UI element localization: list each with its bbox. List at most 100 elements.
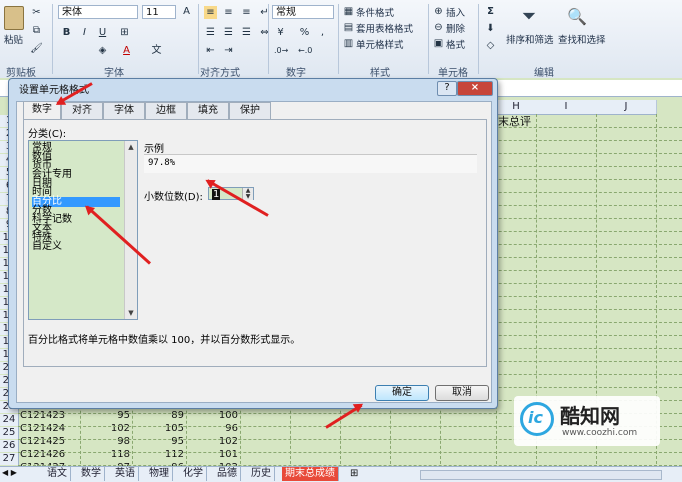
sort-filter-button[interactable]: 排序和筛选: [506, 32, 554, 46]
delete-icon[interactable]: ⊖: [432, 21, 445, 34]
row-header[interactable]: 26: [0, 440, 19, 452]
category-scrollbar[interactable]: ▲ ▼: [124, 141, 137, 319]
tab-alignment[interactable]: 对齐: [61, 102, 103, 119]
row-header[interactable]: 25: [0, 427, 19, 439]
cell-id[interactable]: C121424: [20, 423, 65, 435]
copy-icon[interactable]: ⧉: [30, 24, 43, 37]
help-button[interactable]: ?: [437, 81, 457, 96]
indent-increase-icon[interactable]: ⇥: [222, 44, 235, 57]
sort-filter-icon[interactable]: ⏷: [518, 6, 540, 28]
underline-button[interactable]: U: [96, 26, 109, 39]
cell-id[interactable]: C121426: [20, 449, 65, 461]
align-left-icon[interactable]: ☰: [204, 26, 217, 39]
cell-value[interactable]: 95: [160, 436, 184, 448]
insert-button[interactable]: 插入: [446, 5, 465, 19]
paste-button[interactable]: 粘贴: [4, 32, 23, 46]
font-size-select[interactable]: 11: [142, 5, 176, 19]
cell-value[interactable]: 102: [108, 423, 130, 435]
tab-fill[interactable]: 填充: [187, 102, 229, 119]
align-center-icon[interactable]: ☰: [222, 26, 235, 39]
comma-button[interactable]: ,: [316, 26, 329, 39]
number-format-select[interactable]: 常规: [272, 5, 334, 19]
cell-value[interactable]: 96: [212, 423, 238, 435]
percent-button[interactable]: %: [298, 26, 311, 39]
font-name-select[interactable]: 宋体: [58, 5, 138, 19]
category-list[interactable]: 常规 数值 货币 会计专用 日期 时间 百分比 分数 科学记数 文本 特殊 自定…: [28, 140, 138, 320]
cell-value[interactable]: 100: [212, 410, 238, 422]
fill-color-icon[interactable]: ◈: [96, 44, 109, 57]
font-color-button[interactable]: A: [120, 44, 133, 57]
scroll-up-icon[interactable]: ▲: [125, 141, 137, 153]
table-format-button[interactable]: 套用表格格式: [356, 21, 413, 35]
cancel-button[interactable]: 取消: [435, 385, 489, 401]
column-header-i[interactable]: I: [536, 100, 597, 115]
cell-value[interactable]: 102: [212, 436, 238, 448]
category-item[interactable]: 自定义: [32, 242, 62, 252]
cell-style-icon[interactable]: ▥: [342, 37, 355, 50]
sheet-tab-math[interactable]: 数学: [78, 467, 105, 481]
sheet-tab-history[interactable]: 历史: [248, 467, 275, 481]
cell-value[interactable]: 118: [108, 449, 130, 461]
align-middle-icon[interactable]: ≡: [222, 6, 235, 19]
cell-value[interactable]: 112: [160, 449, 184, 461]
indent-decrease-icon[interactable]: ⇤: [204, 44, 217, 57]
sheet-tab-english[interactable]: 英语: [112, 467, 139, 481]
sheet-tab-chemistry[interactable]: 化学: [180, 467, 207, 481]
decrease-decimal-icon[interactable]: ←.0: [298, 44, 312, 57]
paste-icon[interactable]: [4, 6, 24, 30]
cut-icon[interactable]: ✂: [30, 6, 43, 19]
close-button[interactable]: ×: [457, 81, 493, 96]
tab-protection[interactable]: 保护: [229, 102, 271, 119]
conditional-format-icon[interactable]: ▦: [342, 5, 355, 18]
wrap-text-icon[interactable]: ↵: [258, 6, 271, 19]
merge-icon[interactable]: ⇔: [258, 26, 271, 39]
cell-id[interactable]: C121425: [20, 436, 65, 448]
decimal-places-value[interactable]: 1: [212, 189, 221, 200]
horizontal-scrollbar[interactable]: [420, 470, 662, 480]
format-icon[interactable]: ▣: [432, 37, 445, 50]
fill-icon[interactable]: ⬇: [484, 22, 497, 35]
increase-decimal-icon[interactable]: .0→: [274, 44, 288, 57]
row-header[interactable]: 24: [0, 414, 19, 426]
cell-value[interactable]: 89: [160, 410, 184, 422]
insert-sheet-icon[interactable]: ⊞: [350, 468, 358, 479]
sheet-tab-chinese[interactable]: 语文: [44, 467, 71, 481]
ok-button[interactable]: 确定: [375, 385, 429, 401]
grid-line: [18, 452, 682, 453]
sheet-tab-final-total[interactable]: 期末总成绩: [282, 467, 339, 481]
align-right-icon[interactable]: ☰: [240, 26, 253, 39]
scroll-down-icon[interactable]: ▼: [125, 307, 137, 319]
cell-value[interactable]: 98: [108, 436, 130, 448]
tab-nav-icon[interactable]: ◀ ▶: [2, 468, 17, 477]
sheet-tab-physics[interactable]: 物理: [146, 467, 173, 481]
column-header-j[interactable]: J: [596, 100, 657, 115]
cell-value[interactable]: 105: [160, 423, 184, 435]
table-format-icon[interactable]: ▤: [342, 21, 355, 34]
clear-icon[interactable]: ◇: [484, 39, 497, 52]
grow-font-icon[interactable]: A: [180, 5, 193, 18]
find-select-icon[interactable]: 🔍: [566, 6, 588, 28]
format-button[interactable]: 格式: [446, 37, 465, 51]
tab-font[interactable]: 字体: [103, 102, 145, 119]
delete-button[interactable]: 删除: [446, 21, 465, 35]
cell-value[interactable]: 95: [108, 410, 130, 422]
border-icon[interactable]: ⊞: [118, 26, 131, 39]
tab-border[interactable]: 边框: [145, 102, 187, 119]
column-header-h[interactable]: H: [496, 100, 537, 115]
insert-icon[interactable]: ⊕: [432, 5, 445, 18]
bold-button[interactable]: B: [60, 26, 73, 39]
align-bottom-icon[interactable]: ≡: [240, 6, 253, 19]
cell-id[interactable]: C121423: [20, 410, 65, 422]
format-painter-icon[interactable]: 🖌: [30, 42, 43, 55]
cell-style-button[interactable]: 单元格样式: [356, 37, 404, 51]
sheet-tab-morality[interactable]: 品德: [214, 467, 241, 481]
currency-icon[interactable]: ¥: [274, 26, 287, 39]
find-select-button[interactable]: 查找和选择: [558, 32, 606, 46]
align-top-icon[interactable]: ≡: [204, 6, 217, 19]
cell-value[interactable]: 101: [212, 449, 238, 461]
phonetic-icon[interactable]: 文: [150, 44, 163, 57]
autosum-button[interactable]: Σ: [484, 5, 497, 18]
italic-button[interactable]: I: [78, 26, 91, 39]
row-header[interactable]: 27: [0, 453, 19, 465]
conditional-format-button[interactable]: 条件格式: [356, 5, 394, 19]
